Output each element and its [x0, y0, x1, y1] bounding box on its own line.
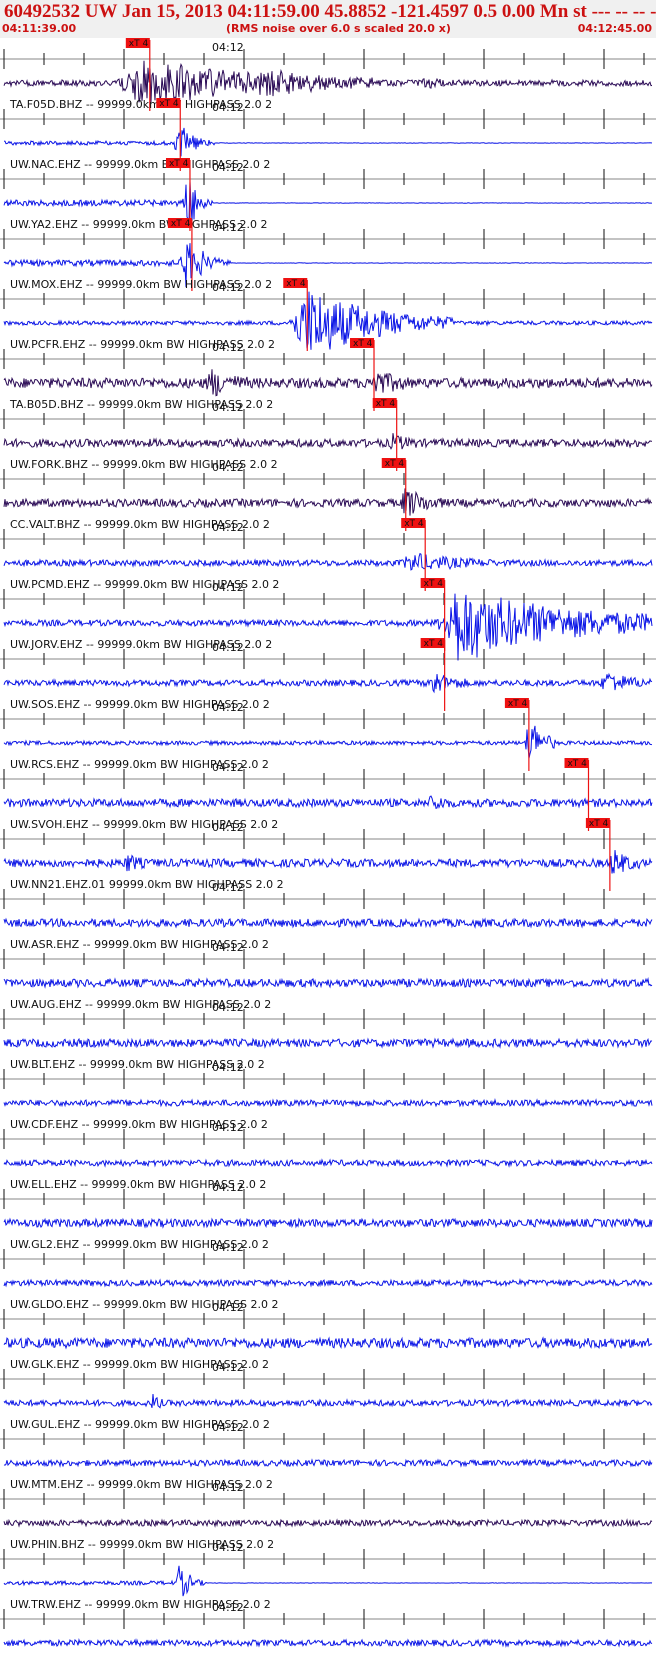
- tick-label: 04:12: [212, 641, 244, 654]
- tick-label: 04:12: [212, 461, 244, 474]
- trace-row: 04:12UW.MTM.EHZ -- 99999.0km BW HIGHPASS…: [0, 1421, 656, 1491]
- trace-row: 04:12UW.BLT.EHZ -- 99999.0km BW HIGHPASS…: [0, 1001, 656, 1071]
- pick-label: xT 4: [567, 759, 587, 769]
- trace-row: 04:12xT 4TA.F05D.BHZ -- 99999.0km BW HIG…: [0, 38, 656, 111]
- waveform: [3, 127, 653, 157]
- tick-label: 04:12: [212, 1001, 244, 1014]
- pick-label: xT 4: [424, 579, 444, 589]
- tick-label: 04:12: [212, 341, 244, 354]
- pick-label: xT 4: [353, 339, 373, 349]
- pick-label: xT 4: [159, 99, 179, 109]
- tick-label: 04:12: [212, 881, 244, 894]
- trace-row: 04:12UW.GL2.EHZ -- 99999.0km BW HIGHPASS…: [0, 1181, 656, 1251]
- trace-row: 04:12UW.GLK.EHZ -- 99999.0km BW HIGHPASS…: [0, 1301, 656, 1371]
- tick-label: 04:12: [212, 1061, 244, 1074]
- pick-label: xT 4: [129, 39, 149, 49]
- trace-row: 04:12UW.GUL.EHZ -- 99999.0km BW HIGHPASS…: [0, 1361, 656, 1431]
- plot-header: 60492532 UW Jan 15, 2013 04:11:59.00 45.…: [0, 0, 656, 38]
- waveform: [3, 369, 653, 397]
- end-time: 04:12:45.00: [577, 22, 652, 35]
- tick-label: 04:12: [212, 1541, 244, 1554]
- tick-label: 04:12: [212, 1601, 244, 1614]
- tick-label: 04:12: [212, 221, 244, 234]
- waveform: [3, 60, 653, 103]
- tick-label: 04:12: [212, 581, 244, 594]
- tick-label: 04:12: [212, 1361, 244, 1374]
- trace-row: 04:12UW.AUG.EHZ -- 99999.0km BW HIGHPASS…: [0, 941, 656, 1011]
- waveform: [3, 552, 653, 571]
- trace-row: 04:12UW.ELL.EHZ -- 99999.0km BW HIGHPASS…: [0, 1121, 656, 1191]
- pick-label: xT 4: [376, 399, 396, 409]
- waveform: [3, 433, 653, 450]
- waveform: [3, 672, 653, 694]
- trace-row: 04:12UW.CDF.EHZ -- 99999.0km BW HIGHPASS…: [0, 1061, 656, 1131]
- waveform: [3, 1037, 653, 1049]
- tick-label: 04:12: [212, 281, 244, 294]
- pick-label: xT 4: [286, 279, 306, 289]
- waveform: [3, 1158, 653, 1168]
- tick-label: 04:12: [212, 1181, 244, 1194]
- waveform: [3, 1098, 653, 1108]
- tick-label: 04:12: [212, 41, 244, 54]
- waveform: [3, 917, 653, 929]
- scale-note: (RMS noise over 6.0 s scaled 20.0 x): [226, 22, 451, 35]
- waveform: [3, 1278, 653, 1288]
- tick-label: 04:12: [212, 1241, 244, 1254]
- tick-label: 04:12: [212, 1421, 244, 1434]
- trace-row: 04:12UW.TRW.EHZ -- 99999.0km BW HIGHPASS…: [0, 1541, 656, 1611]
- waveform: [3, 1458, 653, 1468]
- waveform: [3, 1217, 653, 1229]
- tick-label: 04:12: [212, 521, 244, 534]
- seismogram-plot: 04:12xT 4TA.F05D.BHZ -- 99999.0km BW HIG…: [0, 38, 656, 1648]
- tick-label: 04:12: [212, 821, 244, 834]
- trace-row: 04:12UW.GLDO.EHZ -- 99999.0km BW HIGHPAS…: [0, 1241, 656, 1311]
- pick-label: xT 4: [385, 459, 405, 469]
- tick-label: 04:12: [212, 1481, 244, 1494]
- pick-label: xT 4: [171, 219, 191, 229]
- start-time: 04:11:39.00: [2, 22, 77, 35]
- waveform: [3, 850, 653, 874]
- tick-label: 04:12: [212, 701, 244, 714]
- tick-label: 04:12: [212, 161, 244, 174]
- tick-label: 04:12: [212, 1301, 244, 1314]
- pick-label: xT 4: [589, 819, 609, 829]
- pick-label: xT 4: [404, 519, 424, 529]
- waveform: [3, 725, 653, 759]
- pick-label: xT 4: [508, 699, 528, 709]
- event-title: 60492532 UW Jan 15, 2013 04:11:59.00 45.…: [4, 1, 656, 22]
- pick-label: xT 4: [169, 159, 189, 169]
- waveform: [3, 488, 653, 516]
- waveform: [3, 1518, 653, 1528]
- waveform: [3, 1565, 653, 1597]
- tick-label: 04:12: [212, 401, 244, 414]
- waveform: [3, 181, 652, 222]
- trace-row: 04:12UW.PHIN.BHZ -- 99999.0km BW HIGHPAS…: [0, 1481, 656, 1551]
- tick-label: 04:12: [212, 1121, 244, 1134]
- waveform: [3, 1393, 653, 1409]
- tick-label: 04:12: [212, 761, 244, 774]
- waveform: [3, 795, 653, 809]
- tick-label: 04:12: [212, 941, 244, 954]
- trace-row: 04:12UW.ASR.EHZ -- 99999.0km BW HIGHPASS…: [0, 881, 656, 951]
- pick-label: xT 4: [424, 639, 444, 649]
- tick-label: 04:12: [212, 101, 244, 114]
- waveform: [3, 977, 653, 989]
- waveform: [3, 1638, 653, 1648]
- waveform: [3, 1336, 653, 1350]
